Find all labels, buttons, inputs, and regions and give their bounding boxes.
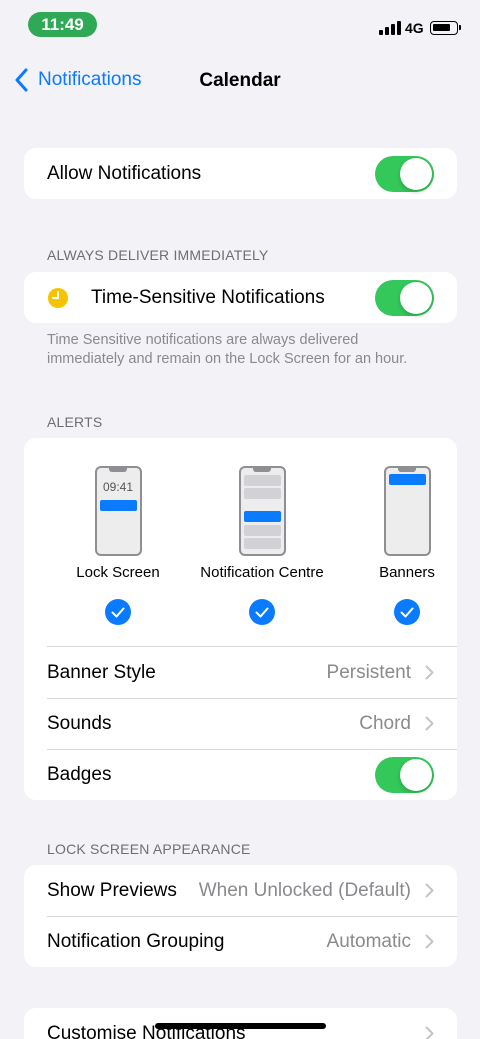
badges-label: Badges [47, 763, 112, 785]
badges-row: Badges [24, 749, 457, 800]
badges-toggle[interactable] [375, 756, 434, 793]
banner-style-value: Persistent [326, 661, 411, 683]
lock-screen-preview: 09:41 [94, 466, 142, 556]
time-sensitive-toggle[interactable] [375, 279, 434, 316]
sounds-label: Sounds [47, 712, 112, 734]
sounds-value: Chord [359, 712, 411, 734]
notification-grouping-value: Automatic [326, 930, 411, 952]
notification-centre-checkmark[interactable] [249, 599, 275, 625]
chevron-right-icon [425, 665, 434, 680]
show-previews-value: When Unlocked (Default) [198, 879, 411, 901]
network-type: 4G [405, 20, 424, 36]
time-sensitive-card: Time-Sensitive Notifications [24, 272, 457, 323]
notification-grouping-label: Notification Grouping [47, 930, 225, 952]
time-sensitive-footnote: Time Sensitive notifications are always … [47, 332, 408, 367]
chevron-right-icon [425, 883, 434, 898]
allow-notifications-row: Allow Notifications [24, 148, 457, 199]
status-time[interactable]: 11:49 [28, 12, 97, 37]
signal-icon [379, 21, 401, 35]
alert-option-label: Banners [379, 564, 435, 581]
chevron-right-icon [425, 934, 434, 949]
allow-notifications-toggle[interactable] [375, 155, 434, 192]
section-header-alerts: ALERTS [47, 414, 103, 430]
show-previews-label: Show Previews [47, 879, 177, 901]
banner-style-row[interactable]: Banner Style Persistent [24, 647, 457, 698]
chevron-right-icon [425, 1026, 434, 1039]
show-previews-row[interactable]: Show Previews When Unlocked (Default) [24, 865, 457, 916]
home-indicator[interactable] [155, 1023, 326, 1029]
navigation-bar: Notifications Calendar [0, 62, 480, 102]
alert-option-banners[interactable]: Banners [337, 466, 457, 625]
notification-centre-preview [238, 466, 286, 556]
status-bar: 11:49 4G [0, 0, 480, 50]
checkmark-icon [255, 607, 269, 617]
lock-screen-preview-time: 09:41 [102, 480, 134, 494]
section-header-always-deliver: ALWAYS DELIVER IMMEDIATELY [47, 247, 269, 263]
banners-preview [383, 466, 431, 556]
banners-checkmark[interactable] [394, 599, 420, 625]
time-sensitive-label: Time-Sensitive Notifications [91, 286, 325, 308]
alert-option-notification-centre[interactable]: Notification Centre [192, 466, 332, 625]
alerts-card: 09:41 Lock Screen Notification Centre Ba… [24, 438, 457, 800]
lock-screen-checkmark[interactable] [105, 599, 131, 625]
time-sensitive-row: Time-Sensitive Notifications [24, 272, 457, 323]
chevron-right-icon [425, 716, 434, 731]
alert-option-label: Lock Screen [76, 564, 160, 581]
alert-styles: 09:41 Lock Screen Notification Centre Ba… [47, 438, 457, 647]
alert-option-lock-screen[interactable]: 09:41 Lock Screen [48, 466, 188, 625]
allow-notifications-label: Allow Notifications [47, 162, 202, 184]
notification-grouping-row[interactable]: Notification Grouping Automatic [24, 916, 457, 967]
battery-icon [430, 21, 461, 35]
lock-screen-appearance-card: Show Previews When Unlocked (Default) No… [24, 865, 457, 967]
allow-notifications-card: Allow Notifications [24, 148, 457, 199]
checkmark-icon [111, 607, 125, 617]
sounds-row[interactable]: Sounds Chord [24, 698, 457, 749]
section-header-lock-screen-appearance: LOCK SCREEN APPEARANCE [47, 841, 251, 857]
banner-style-label: Banner Style [47, 661, 156, 683]
alert-option-label: Notification Centre [200, 564, 324, 581]
page-title: Calendar [199, 70, 281, 91]
clock-icon [48, 287, 68, 308]
checkmark-icon [400, 607, 414, 617]
